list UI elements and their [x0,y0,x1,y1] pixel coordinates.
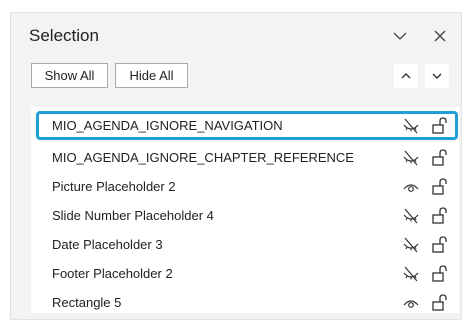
eye-off-icon[interactable] [402,236,420,254]
unlock-icon[interactable] [431,206,449,225]
eye-icon[interactable] [402,294,420,312]
list-item[interactable]: MIO_AGENDA_IGNORE_NAVIGATION [36,111,458,140]
caret-up-icon [401,73,411,79]
eye-off-icon[interactable] [402,149,420,167]
unlock-icon[interactable] [431,177,449,196]
eye-off-icon[interactable] [402,207,420,225]
unlock-icon[interactable] [431,293,449,312]
eye-icon[interactable] [402,178,420,196]
selection-list: MIO_AGENDA_IGNORE_NAVIGATION MIO_AGENDA_I… [31,107,459,313]
list-item-label: Slide Number Placeholder 4 [52,208,214,223]
list-item-label: Date Placeholder 3 [52,237,163,252]
list-item-label: MIO_AGENDA_IGNORE_NAVIGATION [52,118,283,133]
list-item[interactable]: MIO_AGENDA_IGNORE_CHAPTER_REFERENCE [31,143,459,172]
list-item-label: MIO_AGENDA_IGNORE_CHAPTER_REFERENCE [52,150,354,165]
eye-off-icon[interactable] [402,117,420,135]
list-item[interactable]: Footer Placeholder 2 [31,259,459,288]
show-all-button[interactable]: Show All [31,63,108,88]
caret-down-icon [432,73,442,79]
unlock-icon[interactable] [431,116,449,135]
chevron-down-icon[interactable] [391,27,409,45]
list-item-label: Footer Placeholder 2 [52,266,173,281]
send-backward-button[interactable] [425,64,449,88]
unlock-icon[interactable] [431,264,449,283]
hide-all-button[interactable]: Hide All [115,63,188,88]
selection-pane: Selection Show All Hide All MIO_AGENDA_I… [10,12,462,320]
pane-title: Selection [29,26,99,45]
list-item[interactable]: Slide Number Placeholder 4 [31,201,459,230]
list-item[interactable]: Date Placeholder 3 [31,230,459,259]
list-item[interactable]: Rectangle 5 [31,288,459,317]
list-item-label: Rectangle 5 [52,295,122,310]
close-icon[interactable] [431,27,449,45]
unlock-icon[interactable] [431,148,449,167]
eye-off-icon[interactable] [402,265,420,283]
list-item-label: Picture Placeholder 2 [52,179,176,194]
bring-forward-button[interactable] [394,64,418,88]
unlock-icon[interactable] [431,235,449,254]
list-item[interactable]: Picture Placeholder 2 [31,172,459,201]
